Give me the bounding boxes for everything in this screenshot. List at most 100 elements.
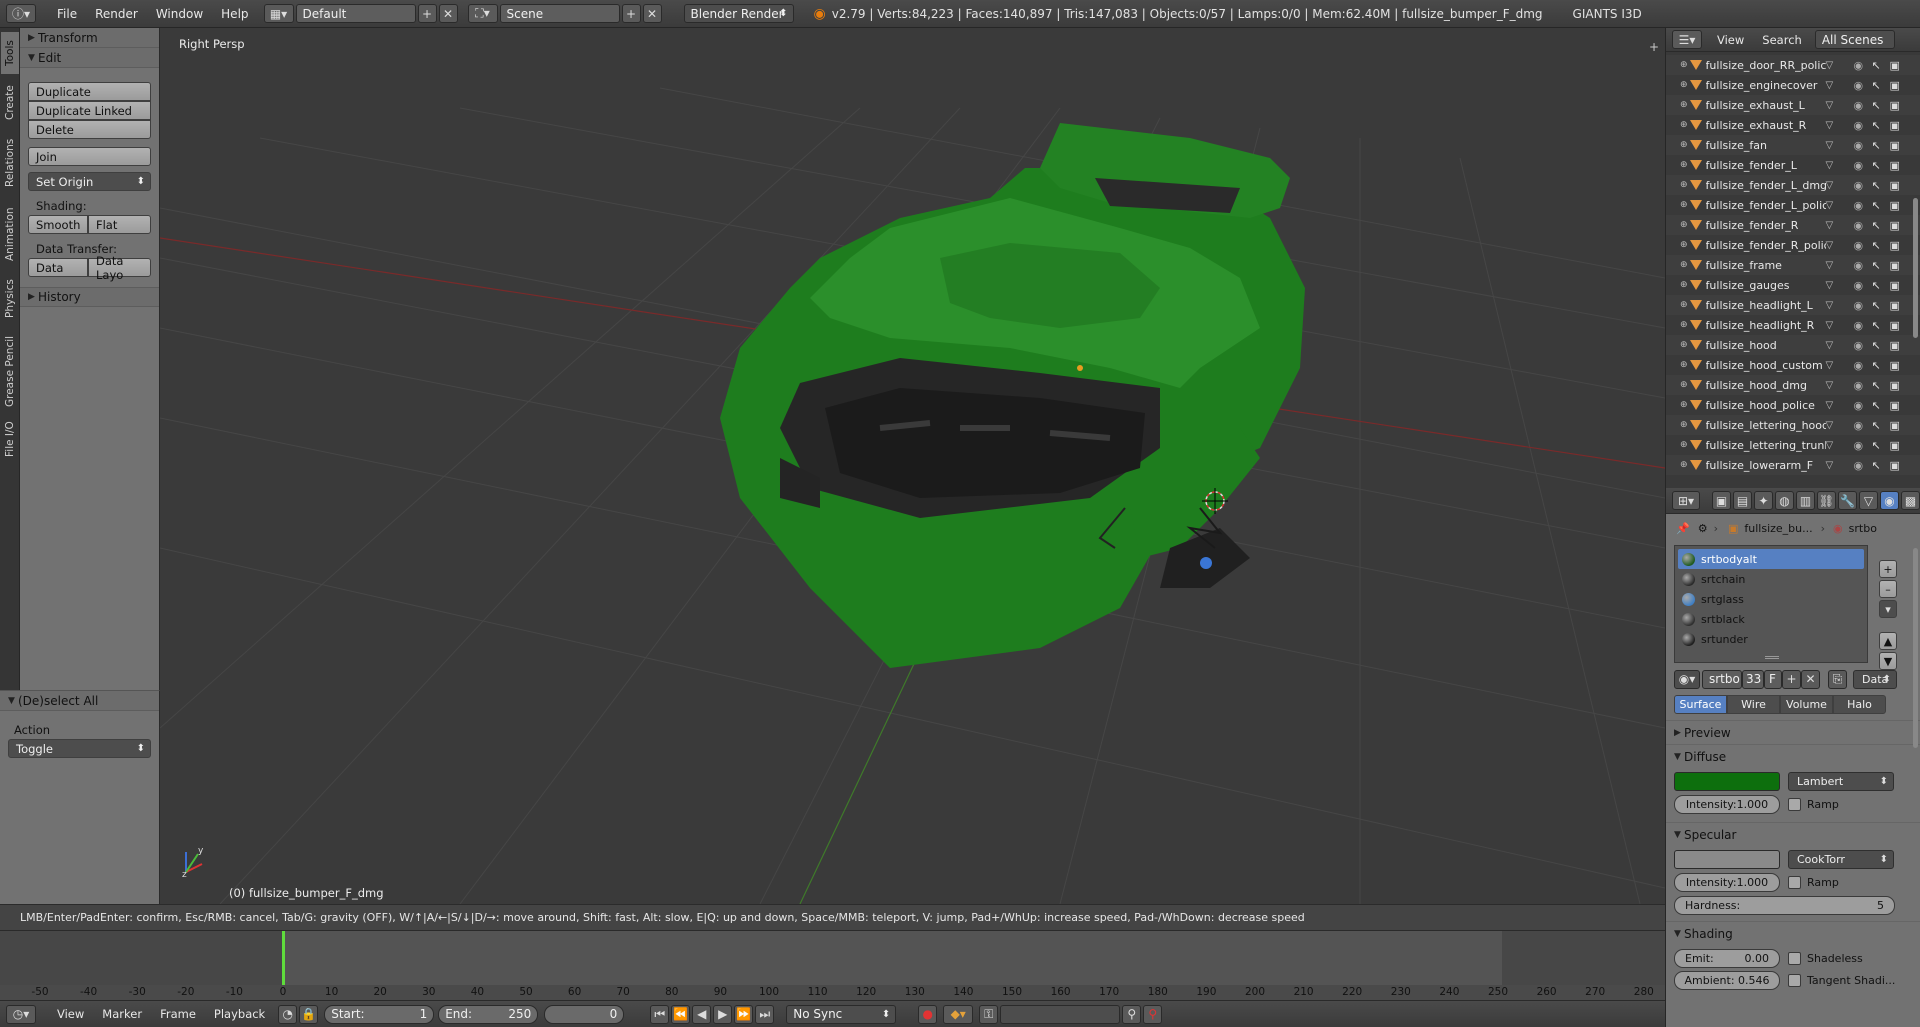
select-cursor-icon[interactable]: ↖ — [1872, 359, 1890, 372]
outliner-row[interactable]: ⊕ fullsize_hood_dmg ▽ ◉ ↖ ▣ — [1666, 375, 1920, 395]
visibility-eye-icon[interactable]: ◉ — [1854, 419, 1872, 432]
info-editor-icon[interactable]: ⓘ▾ — [6, 4, 36, 23]
expand-plus-icon[interactable]: ⊕ — [1680, 180, 1688, 190]
tangent-shading-checkbox[interactable]: Tangent Shadi... — [1788, 974, 1895, 987]
end-frame-field[interactable]: End: 250 — [438, 1004, 539, 1024]
select-cursor-icon[interactable]: ↖ — [1872, 79, 1890, 92]
material-users-field[interactable]: 33 — [1742, 669, 1764, 689]
select-cursor-icon[interactable]: ↖ — [1872, 199, 1890, 212]
pin-icon[interactable]: 📌 — [1676, 522, 1690, 535]
expand-plus-icon[interactable]: ⊕ — [1680, 220, 1688, 230]
visibility-eye-icon[interactable]: ◉ — [1854, 319, 1872, 332]
unlink-material-icon[interactable]: ✕ — [1801, 669, 1820, 689]
material-slot[interactable]: srtunder — [1678, 629, 1864, 649]
visibility-eye-icon[interactable]: ◉ — [1854, 279, 1872, 292]
outliner-row[interactable]: ⊕ fullsize_lettering_trunk ▽ ◉ ↖ ▣ — [1666, 435, 1920, 455]
select-cursor-icon[interactable]: ↖ — [1872, 179, 1890, 192]
properties-scrollbar[interactable] — [1913, 548, 1918, 748]
select-cursor-icon[interactable]: ↖ — [1872, 319, 1890, 332]
tab-wire[interactable]: Wire — [1727, 695, 1780, 714]
panel-preview[interactable]: ▶ Preview — [1666, 720, 1920, 744]
diffuse-color-swatch[interactable] — [1674, 772, 1780, 791]
render-camera-icon[interactable]: ▣ — [1890, 239, 1906, 252]
material-browse-icon[interactable]: ◉▾ — [1674, 669, 1700, 689]
expand-plus-icon[interactable]: ⊕ — [1680, 140, 1688, 150]
scene-add-icon[interactable]: + — [621, 4, 641, 23]
visibility-eye-icon[interactable]: ◉ — [1854, 99, 1872, 112]
texture-tab-icon[interactable]: ▩ — [1901, 491, 1920, 510]
material-name-field[interactable]: srtbo — [1702, 669, 1742, 689]
render-camera-icon[interactable]: ▣ — [1890, 359, 1906, 372]
expand-plus-icon[interactable]: ⊕ — [1680, 340, 1688, 350]
emit-field[interactable]: Emit: 0.00 — [1674, 949, 1780, 968]
menu-file[interactable]: File — [48, 7, 86, 21]
timeline-menu-view[interactable]: View — [48, 1007, 93, 1021]
prev-key-icon[interactable]: ⏪ — [671, 1004, 691, 1024]
keyset-icon[interactable]: ⚿ — [979, 1004, 999, 1024]
outliner-row[interactable]: ⊕ fullsize_lowerarm_F ▽ ◉ ↖ ▣ — [1666, 455, 1920, 475]
specular-shader-dropdown[interactable]: CookTorr — [1788, 850, 1894, 869]
timeline-editor-icon[interactable]: ◷▾ — [6, 1004, 36, 1024]
next-key-icon[interactable]: ⏩ — [734, 1004, 754, 1024]
select-cursor-icon[interactable]: ↖ — [1872, 379, 1890, 392]
select-cursor-icon[interactable]: ↖ — [1872, 419, 1890, 432]
visibility-eye-icon[interactable]: ◉ — [1854, 219, 1872, 232]
outliner-row[interactable]: ⊕ fullsize_fender_R ▽ ◉ ↖ ▣ — [1666, 215, 1920, 235]
specular-color-swatch[interactable] — [1674, 850, 1780, 869]
outliner-row[interactable]: ⊕ fullsize_headlight_R ▽ ◉ ↖ ▣ — [1666, 315, 1920, 335]
menu-help[interactable]: Help — [212, 7, 257, 21]
panel-edit[interactable]: ▼ Edit — [20, 48, 159, 68]
outliner-menu-view[interactable]: View — [1708, 33, 1753, 47]
tab-create[interactable]: Create — [1, 78, 19, 128]
outliner-row[interactable]: ⊕ fullsize_frame ▽ ◉ ↖ ▣ — [1666, 255, 1920, 275]
jump-start-icon[interactable]: ⏮ — [650, 1004, 670, 1024]
outliner-menu-search[interactable]: Search — [1753, 33, 1811, 47]
render-layers-tab-icon[interactable]: ▤ — [1733, 491, 1752, 510]
tab-grease-pencil[interactable]: Grease Pencil — [1, 328, 19, 414]
render-engine-select[interactable]: Blender Render ⬍ — [683, 4, 794, 23]
expand-plus-icon[interactable]: ⊕ — [1680, 460, 1688, 470]
render-camera-icon[interactable]: ▣ — [1890, 139, 1906, 152]
expand-plus-icon[interactable]: ⊕ — [1680, 400, 1688, 410]
menu-window[interactable]: Window — [147, 7, 212, 21]
render-camera-icon[interactable]: ▣ — [1890, 459, 1906, 472]
timeline-menu-marker[interactable]: Marker — [93, 1007, 151, 1021]
render-camera-icon[interactable]: ▣ — [1890, 299, 1906, 312]
render-camera-icon[interactable]: ▣ — [1890, 119, 1906, 132]
expand-plus-icon[interactable]: ⊕ — [1680, 80, 1688, 90]
select-cursor-icon[interactable]: ↖ — [1872, 59, 1890, 72]
expand-plus-icon[interactable]: ⊕ — [1680, 380, 1688, 390]
panel-shading[interactable]: ▼ Shading — [1666, 921, 1920, 945]
menu-render[interactable]: Render — [86, 7, 147, 21]
panel-history[interactable]: ▶ History — [20, 287, 159, 307]
new-material-icon[interactable]: + — [1782, 669, 1801, 689]
outliner-row[interactable]: ⊕ fullsize_headlight_L ▽ ◉ ↖ ▣ — [1666, 295, 1920, 315]
select-cursor-icon[interactable]: ↖ — [1872, 459, 1890, 472]
tab-physics[interactable]: Physics — [1, 272, 19, 326]
expand-plus-icon[interactable]: ⊕ — [1680, 120, 1688, 130]
object-tab-icon[interactable]: ▥ — [1796, 491, 1815, 510]
timeline[interactable]: -50 -40 -30 -20 -10 0 10 20 30 40 50 60 70 80 90 100 110… — [0, 930, 1665, 1000]
sync-dropdown[interactable]: No Sync ⬍ — [786, 1004, 897, 1024]
material-slot[interactable]: srtglass — [1678, 589, 1864, 609]
visibility-eye-icon[interactable]: ◉ — [1854, 139, 1872, 152]
timeline-menu-frame[interactable]: Frame — [151, 1007, 205, 1021]
render-camera-icon[interactable]: ▣ — [1890, 319, 1906, 332]
layout-grid-icon[interactable]: ▦▾ — [263, 4, 294, 23]
insert-key-icon[interactable]: ⚲ — [1122, 1004, 1142, 1024]
render-camera-icon[interactable]: ▣ — [1890, 59, 1906, 72]
outliner-row[interactable]: ⊕ fullsize_lettering_hood ▽ ◉ ↖ ▣ — [1666, 415, 1920, 435]
visibility-eye-icon[interactable]: ◉ — [1854, 379, 1872, 392]
tab-animation[interactable]: Animation — [1, 198, 19, 270]
select-cursor-icon[interactable]: ↖ — [1872, 279, 1890, 292]
visibility-eye-icon[interactable]: ◉ — [1854, 159, 1872, 172]
specular-ramp-checkbox[interactable]: Ramp — [1788, 876, 1839, 889]
render-camera-icon[interactable]: ▣ — [1890, 379, 1906, 392]
outliner-row[interactable]: ⊕ fullsize_enginecover ▽ ◉ ↖ ▣ — [1666, 75, 1920, 95]
visibility-eye-icon[interactable]: ◉ — [1854, 79, 1872, 92]
render-camera-icon[interactable]: ▣ — [1890, 399, 1906, 412]
diffuse-ramp-checkbox[interactable]: Ramp — [1788, 798, 1839, 811]
scene-field[interactable]: Scene — [499, 4, 620, 23]
expand-plus-icon[interactable]: ⊕ — [1680, 320, 1688, 330]
join-button[interactable]: Join — [28, 147, 151, 166]
